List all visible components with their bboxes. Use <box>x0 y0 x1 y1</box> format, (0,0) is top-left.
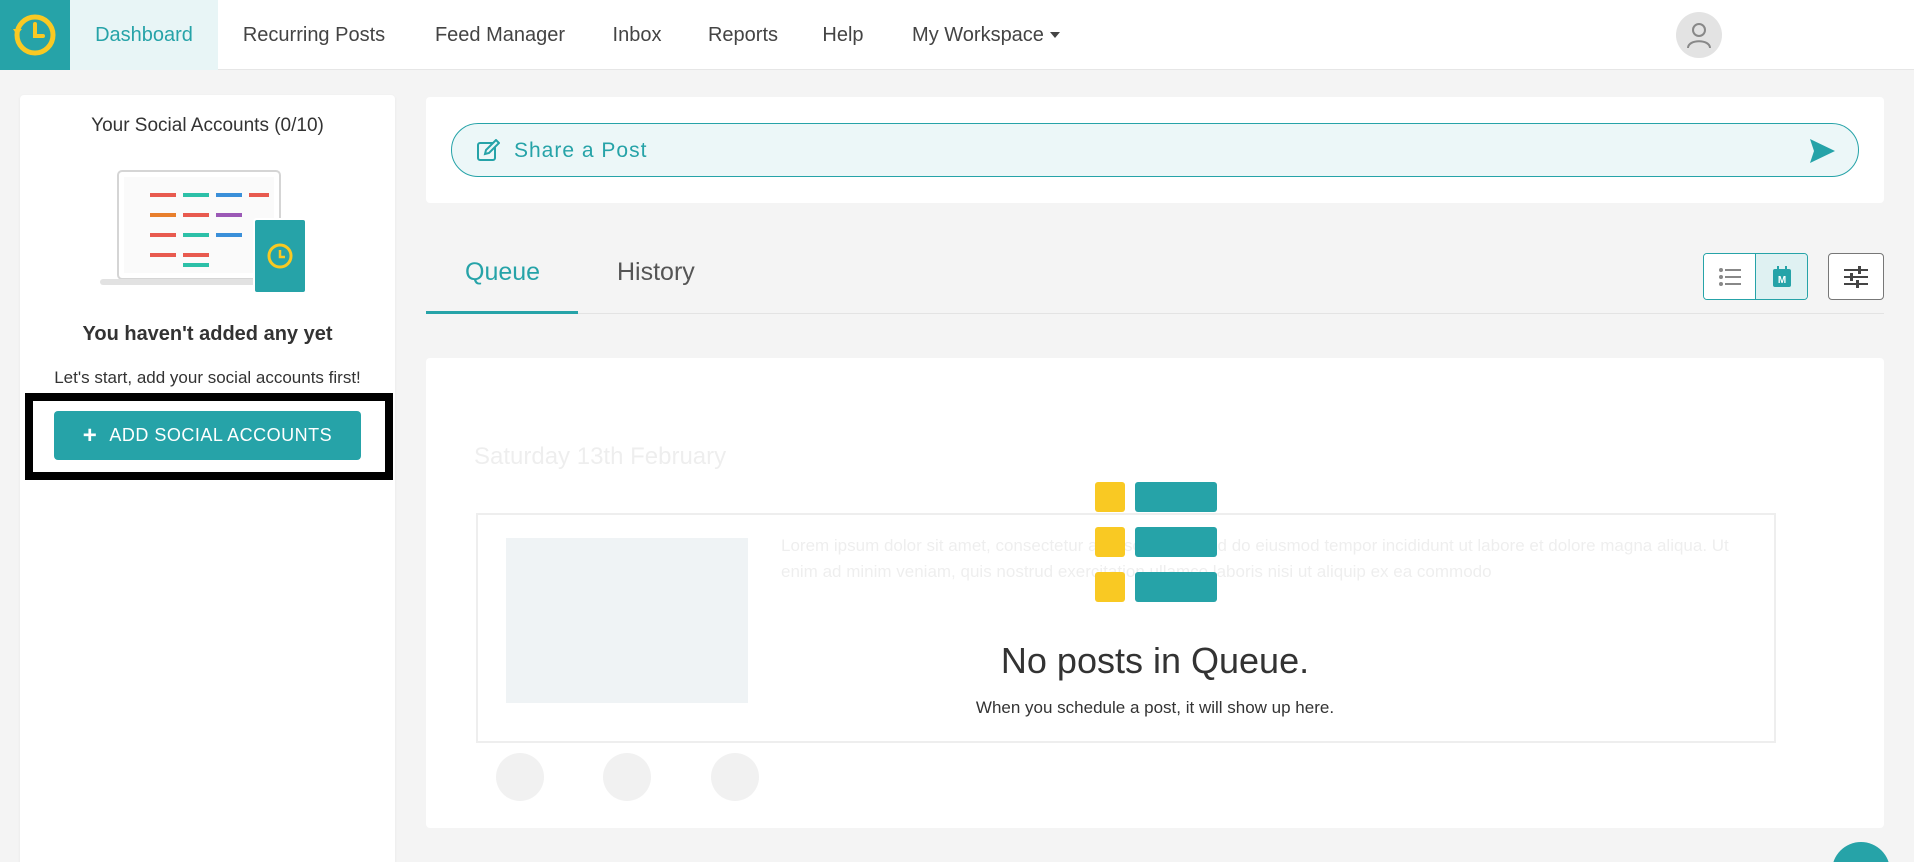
share-post-label: Share a Post <box>514 139 648 162</box>
share-post-input[interactable]: Share a Post <box>451 123 1859 177</box>
nav-dashboard[interactable]: Dashboard <box>70 0 218 70</box>
placeholder-avatar <box>710 753 759 801</box>
nav-help[interactable]: Help <box>808 0 878 70</box>
send-icon[interactable] <box>1808 137 1836 170</box>
clock-logo-icon[interactable] <box>0 0 70 70</box>
placeholder-text: Lorem ipsum dolor sit amet, consectetur … <box>781 536 1729 581</box>
empty-queue-subtitle: When you schedule a post, it will show u… <box>975 698 1335 717</box>
empty-queue-title: No posts in Queue. <box>1000 640 1310 681</box>
tab-history[interactable]: History <box>617 258 695 287</box>
dashboard-illustration <box>98 167 328 304</box>
add-accounts-hint: Let's start, add your social accounts fi… <box>54 368 361 387</box>
top-navigation: Dashboard Recurring Posts Feed Manager I… <box>0 0 1914 70</box>
add-social-accounts-button[interactable]: + ADD SOCIAL ACCOUNTS <box>54 411 361 460</box>
list-view-icon[interactable] <box>1704 254 1756 299</box>
active-tab-indicator <box>426 311 578 314</box>
edit-icon <box>476 138 501 168</box>
nav-recurring-posts[interactable]: Recurring Posts <box>226 0 402 70</box>
placeholder-avatar <box>603 753 652 801</box>
caret-down-icon <box>1049 32 1060 38</box>
placeholder-date: Saturday 13th February <box>474 443 727 470</box>
plus-icon: + <box>82 421 98 449</box>
no-accounts-heading: You haven't added any yet <box>82 323 333 345</box>
nav-inbox[interactable]: Inbox <box>598 0 676 70</box>
tabs-divider <box>426 313 1884 314</box>
queue-panel: Saturday 13th February Lorem ipsum dolor… <box>426 358 1884 828</box>
sliders-icon[interactable] <box>1828 253 1884 300</box>
empty-queue-icon <box>1093 480 1217 609</box>
nav-my-workspace[interactable]: My Workspace <box>896 0 1076 70</box>
nav-reports[interactable]: Reports <box>694 0 792 70</box>
add-social-accounts-label: ADD SOCIAL ACCOUNTS <box>109 425 333 445</box>
social-accounts-title: Your Social Accounts (0/10) <box>91 115 324 136</box>
calendar-letter: M <box>1778 275 1786 286</box>
placeholder-avatars <box>496 753 814 806</box>
placeholder-avatar <box>496 753 544 801</box>
nav-my-workspace-label: My Workspace <box>912 23 1044 46</box>
view-toggle-group: M <box>1703 253 1808 300</box>
user-avatar-icon[interactable] <box>1676 12 1722 58</box>
nav-feed-manager[interactable]: Feed Manager <box>418 0 582 70</box>
tab-queue[interactable]: Queue <box>465 258 540 287</box>
chat-icon[interactable] <box>1832 842 1890 862</box>
share-post-card: Share a Post <box>426 97 1884 203</box>
calendar-view-icon[interactable]: M <box>1756 254 1807 299</box>
